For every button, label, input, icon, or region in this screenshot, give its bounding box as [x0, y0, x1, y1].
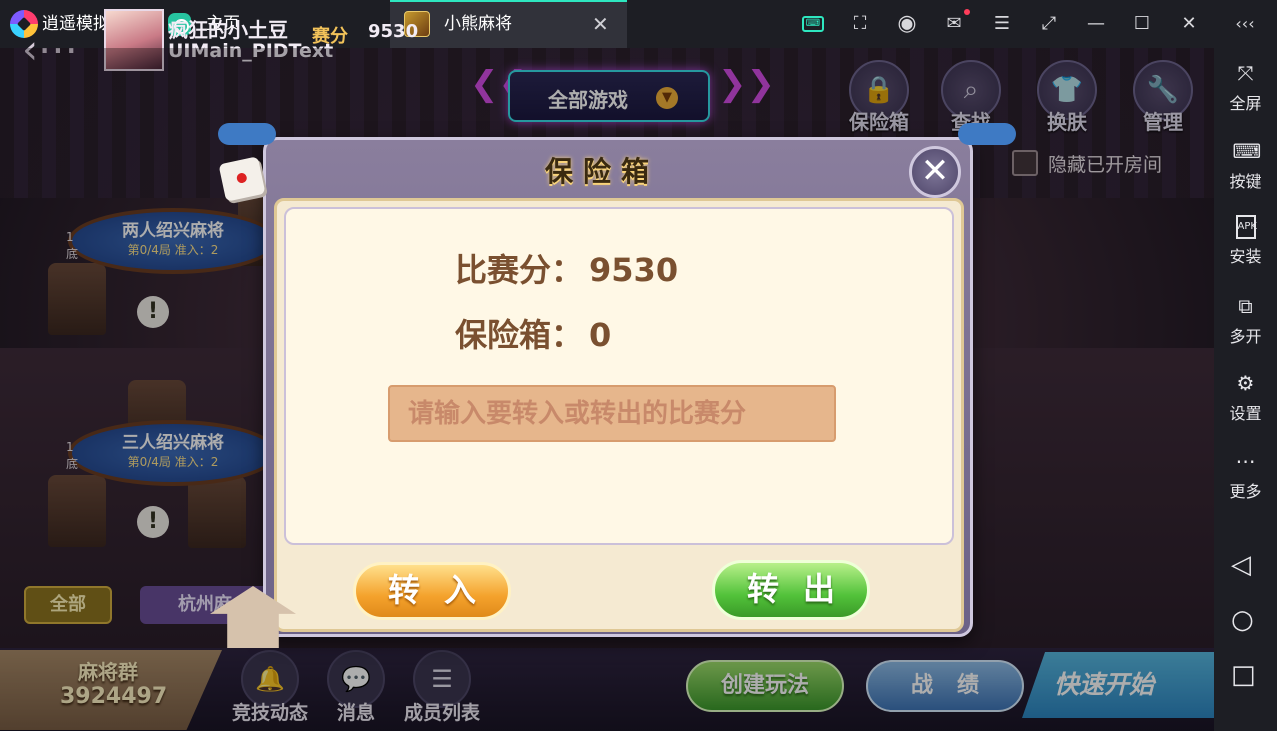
more-icon: ⋯ — [1235, 449, 1256, 473]
sidebar-item-more[interactable]: ⋯ 更多 — [1214, 448, 1277, 502]
keyboard-icon[interactable]: ⌨ — [802, 16, 824, 32]
back-triangle-icon[interactable]: ◁ — [1231, 552, 1257, 578]
sidebar-item-label: 更多 — [1229, 482, 1262, 501]
minimize-icon[interactable]: — — [1084, 12, 1108, 36]
sidebar-item-fullscreen[interactable]: ⤧ 全屏 — [1214, 60, 1277, 114]
keyboard-icon: ⌨ — [1232, 139, 1262, 163]
cloud-decoration — [218, 123, 276, 145]
cloud-decoration — [958, 123, 1016, 145]
menu-icon[interactable]: ☰ — [990, 12, 1014, 36]
home-circle-icon[interactable]: ○ — [1231, 607, 1257, 633]
match-score-label: 比赛分： — [455, 251, 584, 289]
account-icon[interactable]: ◉ — [895, 12, 919, 36]
player-name: 疯狂的小土豆 — [168, 18, 288, 42]
sidebar-item-label: 按键 — [1229, 172, 1262, 191]
dialog-title: 保险箱 — [545, 155, 660, 188]
match-score-row: 比赛分： 9530 — [455, 245, 678, 291]
dice-decoration — [218, 156, 266, 202]
mail-notification-dot — [964, 9, 970, 15]
sidebar-item-label: 安装 — [1229, 247, 1262, 266]
sidebar-item-install[interactable]: APK 安装 — [1214, 215, 1277, 267]
multi-instance-icon: ⧉ — [1238, 294, 1253, 318]
fullscreen-icon: ⤧ — [1237, 61, 1254, 85]
pin-icon[interactable]: ⤢ — [1037, 12, 1061, 36]
apk-icon: APK — [1235, 215, 1257, 239]
sidebar-item-label: 全屏 — [1229, 94, 1262, 113]
safe-balance-row: 保险箱： 0 — [455, 310, 611, 356]
sidebar-item-multi[interactable]: ⧉ 多开 — [1214, 293, 1277, 347]
score-value: 9530 — [368, 21, 419, 42]
gear-icon: ⚙ — [1236, 371, 1255, 395]
maximize-icon[interactable]: ☐ — [1130, 12, 1154, 36]
transfer-in-button[interactable]: 转入 — [353, 562, 511, 620]
transfer-amount-input[interactable] — [388, 385, 836, 442]
sidebar-item-keys[interactable]: ⌨ 按键 — [1214, 138, 1277, 192]
mail-icon[interactable]: ✉ — [942, 12, 966, 36]
screenshot-icon[interactable]: ⛶ — [848, 12, 872, 36]
tab-game-label: 小熊麻将 — [444, 14, 512, 34]
safe-balance-label: 保险箱： — [455, 316, 584, 354]
safe-balance-value: 0 — [589, 316, 612, 354]
sidebar-item-label: 设置 — [1229, 404, 1262, 423]
close-icon[interactable]: ✕ — [1177, 12, 1201, 36]
match-score-value: 9530 — [589, 251, 679, 289]
collapse-icon[interactable]: ‹‹‹ — [1230, 12, 1260, 36]
transfer-out-button[interactable]: 转出 — [712, 560, 870, 620]
recent-square-icon[interactable]: □ — [1231, 662, 1257, 688]
tab-close-icon[interactable]: ✕ — [592, 12, 609, 36]
sidebar-item-label: 多开 — [1229, 327, 1262, 346]
sidebar-item-settings[interactable]: ⚙ 设置 — [1214, 370, 1277, 424]
score-label: 赛分 — [312, 26, 348, 47]
dialog-close-button[interactable]: ✕ — [909, 146, 961, 198]
